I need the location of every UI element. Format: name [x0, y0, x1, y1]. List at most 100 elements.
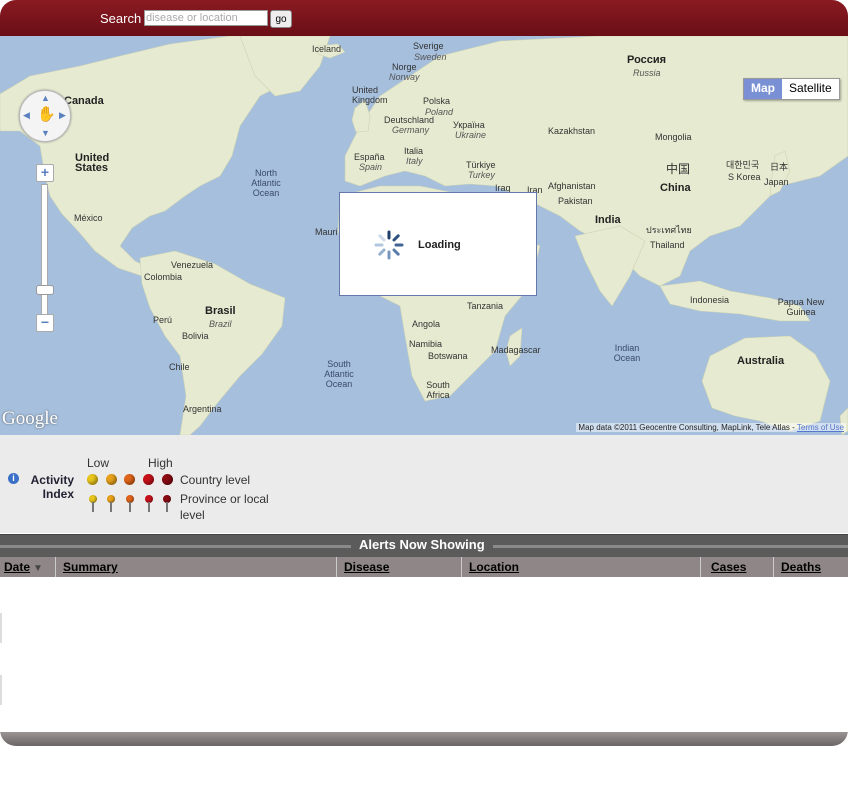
- map-label-ukraina: Україна: [453, 120, 485, 130]
- table-row: [0, 613, 2, 643]
- map-label-chile: Chile: [169, 362, 190, 372]
- column-date-label[interactable]: Date: [4, 560, 30, 574]
- zoom-slider-track[interactable]: [41, 184, 48, 316]
- map-label-australia: Australia: [737, 355, 785, 367]
- loading-spinner-icon: [374, 230, 404, 260]
- map-label-japan: Japan: [764, 177, 789, 187]
- pan-down-icon[interactable]: ▼: [41, 128, 50, 138]
- country-marker-level-3-icon: [124, 474, 135, 485]
- loading-dialog: Loading: [339, 192, 537, 296]
- map-label-polska: Polska: [423, 96, 451, 106]
- map-attribution: Map data ©2011 Geocentre Consulting, Map…: [576, 423, 846, 432]
- column-deaths[interactable]: Deaths: [773, 557, 848, 577]
- map-label-united-states: United States: [75, 152, 110, 174]
- zoom-in-icon[interactable]: +: [36, 164, 54, 182]
- country-marker-level-2-icon: [106, 474, 117, 485]
- world-map[interactable]: Iceland Sverige Sweden Norge Norway Росс…: [0, 36, 848, 435]
- healthmap-app: Search go: [0, 0, 848, 746]
- map-label-south-atlantic-ocean: South Atlantic Ocean: [324, 359, 354, 389]
- map-label-sverige: Sverige: [413, 41, 444, 51]
- zoom-control: + −: [36, 164, 54, 334]
- activity-legend: i Activity Index Low High Country level …: [0, 435, 848, 533]
- map-label-colombia: Colombia: [144, 272, 183, 282]
- map-label-bolivia: Bolivia: [182, 331, 209, 341]
- top-bar: Search go: [0, 0, 848, 36]
- map-label-venezuela: Venezuela: [171, 260, 214, 270]
- map-label-north-atlantic-ocean: North Atlantic Ocean: [251, 168, 281, 198]
- map-label-thai-native: ประเทศไทย: [646, 225, 692, 235]
- zoom-out-icon[interactable]: −: [36, 314, 54, 332]
- map-label-pakistan: Pakistan: [558, 196, 593, 206]
- map-label-russia: Russia: [633, 68, 661, 78]
- google-logo: Google: [2, 408, 58, 429]
- alerts-table-header: Date ▼ Summary Disease Location Cases Dea…: [0, 557, 848, 577]
- map-label-norge: Norge: [392, 62, 417, 72]
- info-icon[interactable]: i: [8, 473, 19, 484]
- map-label-italia: Italia: [404, 146, 424, 156]
- map-label-angola: Angola: [412, 319, 441, 329]
- province-pin-level-1-icon: [89, 495, 97, 512]
- map-label-sweden: Sweden: [414, 52, 447, 62]
- map-type-satellite-button[interactable]: Satellite: [782, 79, 839, 99]
- map-label-turkey: Turkey: [468, 170, 495, 180]
- pan-up-icon[interactable]: ▲: [41, 93, 50, 103]
- column-summary[interactable]: Summary: [55, 557, 336, 577]
- map-label-ukraine: Ukraine: [455, 130, 487, 140]
- alerts-title: Alerts Now Showing: [351, 537, 493, 552]
- table-row: [0, 675, 2, 705]
- map-label-south-africa: South Africa: [426, 380, 450, 400]
- alerts-table-body: [0, 577, 848, 732]
- map-label-kazakhstan: Kazakhstan: [548, 126, 596, 136]
- hand-icon: ✋: [37, 106, 56, 123]
- pan-right-icon[interactable]: ▶: [59, 110, 66, 121]
- map-label-deutschland: Deutschland: [384, 115, 435, 125]
- map-label-tanzania: Tanzania: [467, 301, 504, 311]
- map-label-mexico: México: [74, 213, 103, 223]
- map-label-rossiya: Россия: [627, 54, 667, 66]
- alerts-title-bar: Alerts Now Showing: [0, 534, 848, 557]
- terms-of-use-link[interactable]: Terms of Use: [797, 423, 844, 432]
- map-label-china-native: 中国: [666, 162, 691, 176]
- zoom-slider-handle[interactable]: [36, 285, 54, 295]
- province-pin-level-5-icon: [163, 495, 171, 512]
- activity-index-label: Activity Index: [30, 473, 74, 501]
- loading-text: Loading: [418, 239, 461, 251]
- column-cases[interactable]: Cases: [700, 557, 773, 577]
- province-pin-level-3-icon: [126, 495, 134, 512]
- map-label-canada: Canada: [64, 95, 104, 107]
- column-date[interactable]: Date ▼: [0, 557, 55, 577]
- country-marker-level-5-icon: [162, 474, 173, 485]
- sort-desc-icon[interactable]: ▼: [33, 558, 43, 579]
- map-label-japan-native: 日本: [770, 162, 789, 172]
- column-location[interactable]: Location: [461, 557, 700, 577]
- map-type-map-button[interactable]: Map: [744, 79, 782, 99]
- search-input[interactable]: [144, 10, 268, 26]
- map-label-brasil: Brasil: [205, 305, 236, 317]
- map-label-mauri: Mauri: [315, 227, 338, 237]
- map-label-spain: Spain: [359, 162, 383, 172]
- column-disease[interactable]: Disease: [336, 557, 461, 577]
- province-level-label: Province or local level: [180, 492, 269, 522]
- map-label-afghanistan: Afghanistan: [548, 181, 596, 191]
- country-level-label: Country level: [180, 473, 251, 487]
- map-label-germany: Germany: [392, 125, 430, 135]
- pan-control[interactable]: ▲ ▼ ◀ ▶ ✋: [19, 90, 71, 142]
- map-label-korea-native: 대한민국: [726, 160, 760, 170]
- map-label-argentina: Argentina: [183, 404, 222, 414]
- country-marker-level-1-icon: [87, 474, 98, 485]
- pan-left-icon[interactable]: ◀: [23, 110, 30, 121]
- map-label-peru: Perú: [153, 315, 173, 325]
- legend-high-label: High: [148, 456, 173, 470]
- map-label-namibia: Namibia: [409, 339, 443, 349]
- map-type-toggle: Map Satellite: [743, 78, 840, 100]
- map-label-indian-ocean: Indian Ocean: [613, 343, 641, 363]
- map-label-mongolia: Mongolia: [655, 132, 692, 142]
- map-label-botswana: Botswana: [428, 351, 468, 361]
- go-button[interactable]: go: [270, 10, 292, 28]
- map-label-norway: Norway: [389, 72, 420, 82]
- map-label-iceland: Iceland: [312, 44, 342, 54]
- footer-bar: [0, 732, 848, 746]
- map-label-indonesia: Indonesia: [690, 295, 730, 305]
- map-label-madagascar: Madagascar: [491, 345, 541, 355]
- map-label-espana: España: [354, 152, 385, 162]
